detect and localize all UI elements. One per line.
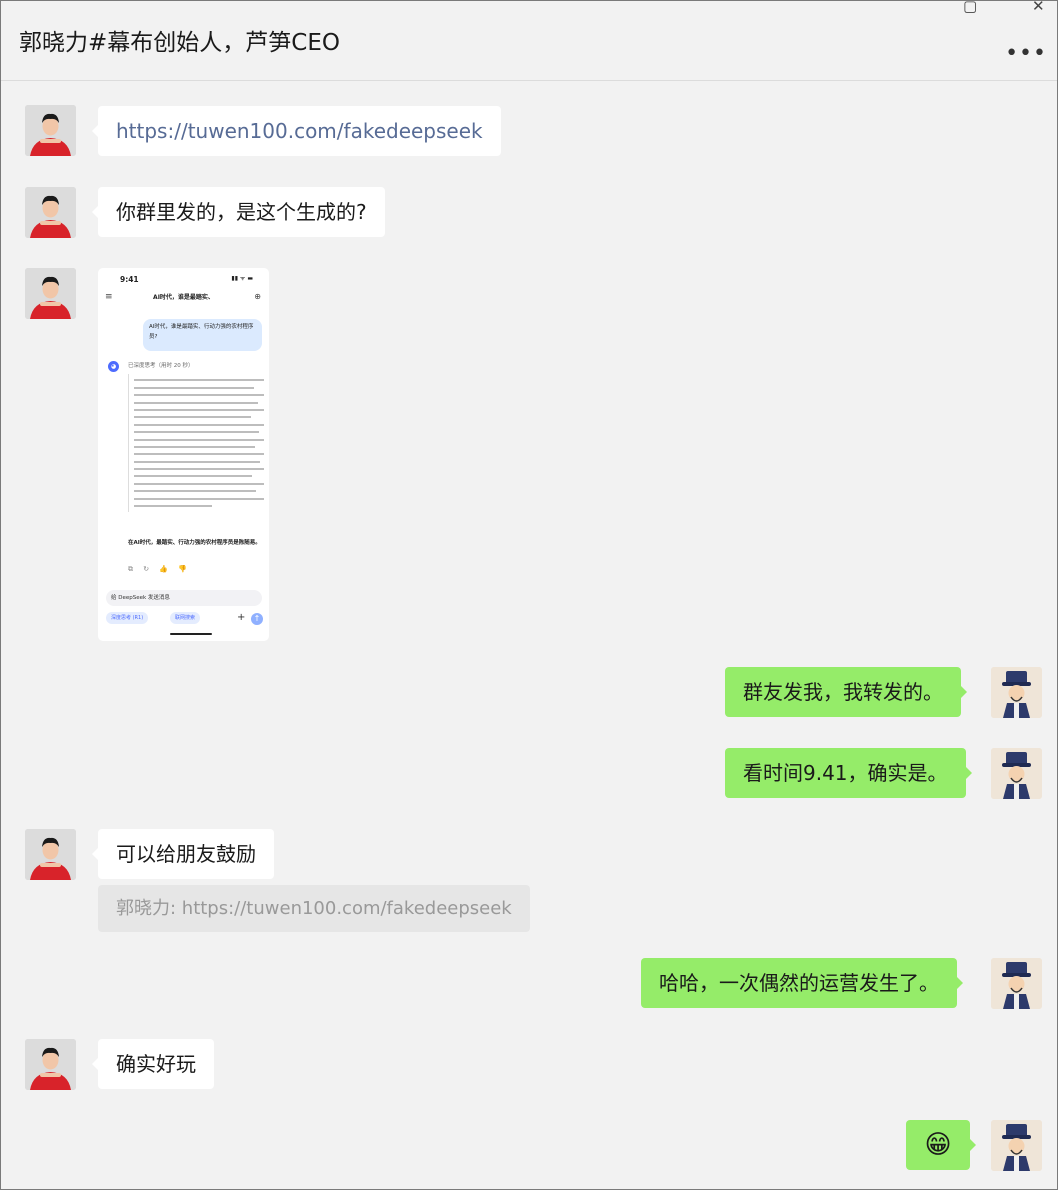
- message-bubble[interactable]: 可以给朋友鼓励: [92, 829, 274, 879]
- avatar[interactable]: [25, 268, 76, 319]
- text-line: [134, 431, 259, 434]
- text-line: [134, 468, 264, 471]
- text-line: [134, 453, 264, 456]
- new-chat-icon: ⊕: [254, 292, 261, 301]
- cartoon-official-hat-avatar-icon: [991, 958, 1042, 1009]
- chat-title: 郭晓力#幕布创始人，芦笋CEO: [19, 30, 340, 56]
- title-bar: 郭晓力#幕布创始人，芦笋CEO ▢ ✕ •••: [1, 1, 1057, 81]
- text-line: [134, 445, 255, 448]
- screenshot-header-title: AI时代，谁是最踏实、: [153, 294, 214, 301]
- text-line: [134, 394, 264, 397]
- text-line: [134, 408, 264, 411]
- plus-icon: +: [237, 612, 246, 623]
- avatar[interactable]: [25, 1039, 76, 1090]
- avatar-self[interactable]: [991, 958, 1042, 1009]
- deepseek-logo-icon: ◕: [108, 361, 119, 372]
- status-time: 9:41: [120, 275, 139, 284]
- text-line: [134, 423, 264, 426]
- text-line: [134, 438, 264, 441]
- close-icon[interactable]: ✕: [1032, 1, 1045, 15]
- text-line: [134, 416, 251, 419]
- answer-action-icons: ⧉ ↻ 👍 👎: [128, 565, 191, 573]
- message-bubble-self[interactable]: 看时间9.41，确实是。: [725, 748, 972, 798]
- text-line: [134, 401, 258, 404]
- text-line: [134, 460, 261, 463]
- message-bubble[interactable]: 确实好玩: [92, 1039, 214, 1089]
- answer-text: 在AI时代，最踏实、行动力强的农村程序员是陈随易。: [128, 540, 261, 546]
- cartoon-official-hat-avatar-icon: [991, 748, 1042, 799]
- text-line: [134, 475, 253, 478]
- avatar-self[interactable]: [991, 748, 1042, 799]
- text-line: [134, 379, 264, 382]
- quoted-message[interactable]: 郭晓力: https://tuwen100.com/fakedeepseek: [98, 885, 530, 932]
- text-line: [134, 505, 212, 508]
- restore-icon[interactable]: ▢: [963, 1, 977, 15]
- deep-think-chip: 深度思考 (R1): [106, 612, 149, 624]
- text-line: [134, 497, 264, 500]
- screenshot-input-field: 给 DeepSeek 发送消息: [106, 590, 262, 606]
- man-red-shirt-avatar-icon: [25, 1039, 76, 1090]
- avatar[interactable]: [25, 105, 76, 156]
- message-bubble-emoji[interactable]: 😁: [906, 1120, 976, 1170]
- status-icons: ▮▮ ᯤ ▬: [231, 275, 253, 282]
- user-question-bubble: AI时代，谁是最踏实、行动力强的农村程序员?: [143, 319, 262, 351]
- home-indicator: [170, 633, 212, 635]
- man-red-shirt-avatar-icon: [25, 105, 76, 156]
- message-bubble-self[interactable]: 哈哈，一次偶然的运营发生了。: [641, 958, 963, 1008]
- send-icon: ↑: [251, 613, 263, 625]
- text-line: [134, 490, 257, 493]
- web-search-chip: 联网搜索: [170, 612, 201, 624]
- text-line: [134, 482, 264, 485]
- text-line: [134, 386, 254, 389]
- message-bubble-self[interactable]: 群友发我，我转发的。: [725, 667, 967, 717]
- shared-screenshot-image[interactable]: 9:41 ▮▮ ᯤ ▬ ≡ AI时代，谁是最踏实、 ⊕ AI时代，谁是最踏实、行…: [98, 268, 269, 641]
- avatar-self[interactable]: [991, 1120, 1042, 1171]
- cartoon-official-hat-avatar-icon: [991, 667, 1042, 718]
- reasoning-text-block: [128, 374, 264, 513]
- man-red-shirt-avatar-icon: [25, 268, 76, 319]
- avatar[interactable]: [25, 187, 76, 238]
- message-bubble[interactable]: 你群里发的，是这个生成的?: [92, 187, 385, 237]
- message-bubble-link[interactable]: https://tuwen100.com/fakedeepseek: [92, 106, 501, 156]
- man-red-shirt-avatar-icon: [25, 187, 76, 238]
- more-options-icon[interactable]: •••: [1005, 41, 1047, 66]
- avatar-self[interactable]: [991, 667, 1042, 718]
- chat-window: 郭晓力#幕布创始人，芦笋CEO ▢ ✕ ••• https://tuwen100…: [0, 0, 1058, 1190]
- thinking-label: 已深度思考（用时 20 秒）: [128, 363, 194, 369]
- cartoon-official-hat-avatar-icon: [991, 1120, 1042, 1171]
- man-red-shirt-avatar-icon: [25, 829, 76, 880]
- avatar[interactable]: [25, 829, 76, 880]
